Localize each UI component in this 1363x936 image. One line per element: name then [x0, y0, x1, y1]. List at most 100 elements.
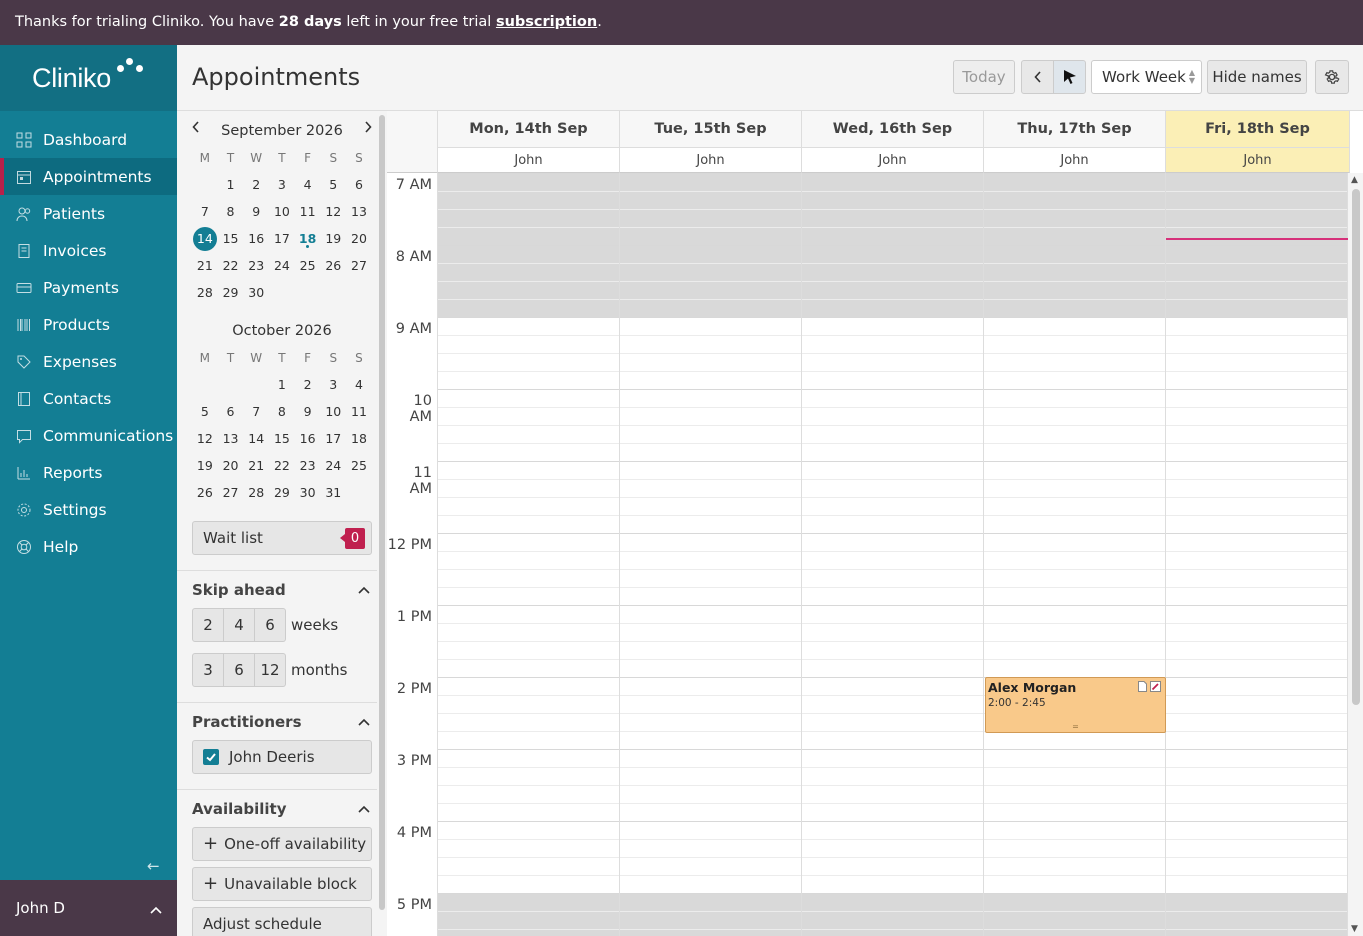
day-header[interactable]: Mon, 14th Sep	[438, 111, 620, 148]
mini-calendar-day[interactable]: 3	[269, 171, 295, 198]
calendar-grid[interactable]: 7 AM 8 AM 9 AM 10 AM 11 AM 12 PM 1 PM 2 PM 3 PM 4…	[387, 173, 1348, 936]
mini-calendar-day[interactable]: 8	[218, 198, 244, 225]
mini-calendar-day[interactable]: 29	[218, 279, 244, 306]
mini-calendar-day[interactable]: 20	[218, 452, 244, 479]
mini-calendar-day[interactable]: 4	[346, 371, 372, 398]
practitioner-item[interactable]: John Deeris	[192, 740, 372, 774]
previous-button[interactable]	[1021, 60, 1054, 94]
mini-calendar-day[interactable]: 28	[192, 279, 218, 306]
mini-calendar-day[interactable]: 6	[346, 171, 372, 198]
one-off-availability-button[interactable]: + One-off availability	[192, 827, 372, 861]
side-panel-scrollbar-thumb[interactable]	[379, 115, 385, 910]
mini-calendar-day[interactable]: 9	[243, 198, 269, 225]
mini-calendar-day[interactable]: 21	[192, 252, 218, 279]
day-header[interactable]: Thu, 17th Sep	[984, 111, 1166, 148]
mini-calendar-day[interactable]: 7	[243, 398, 269, 425]
mini-calendar-day[interactable]: 20	[346, 225, 372, 252]
mini-calendar-day[interactable]: 7	[192, 198, 218, 225]
mini-calendar-day[interactable]: 4	[295, 171, 321, 198]
mini-calendar-day[interactable]: 19	[320, 225, 346, 252]
day-column[interactable]	[984, 173, 1166, 936]
mini-calendar-day[interactable]: 22	[218, 252, 244, 279]
adjust-schedule-button[interactable]: Adjust schedule	[192, 907, 372, 936]
skip-4-weeks-button[interactable]: 4	[224, 608, 255, 642]
logo[interactable]: Cliniko	[0, 45, 177, 111]
mini-calendar-next-icon[interactable]	[364, 121, 372, 137]
sidebar-item-patients[interactable]: Patients	[0, 195, 177, 232]
sidebar-item-appointments[interactable]: Appointments	[0, 158, 177, 195]
mini-calendar-day[interactable]: 26	[192, 479, 218, 506]
mini-calendar-day[interactable]: 5	[320, 171, 346, 198]
sidebar-item-settings[interactable]: Settings	[0, 491, 177, 528]
mini-calendar-day[interactable]: 26	[320, 252, 346, 279]
sidebar-item-dashboard[interactable]: Dashboard	[0, 121, 177, 158]
mini-calendar-day[interactable]: 16	[243, 225, 269, 252]
mini-calendar-day[interactable]: 19	[192, 452, 218, 479]
unavailable-block-button[interactable]: + Unavailable block	[192, 867, 372, 901]
mini-calendar-day[interactable]: 25	[346, 452, 372, 479]
sidebar-item-products[interactable]: Products	[0, 306, 177, 343]
mini-calendar-day[interactable]: 10	[320, 398, 346, 425]
collapse-sidebar-icon[interactable]: ←	[147, 857, 160, 875]
mini-calendar-day[interactable]: 18	[295, 225, 321, 252]
note-icon[interactable]	[1138, 680, 1147, 696]
skip-2-weeks-button[interactable]: 2	[192, 608, 224, 642]
sidebar-item-communications[interactable]: Communications	[0, 417, 177, 454]
mini-calendar-day[interactable]: 30	[295, 479, 321, 506]
mini-calendar-day[interactable]: 12	[192, 425, 218, 452]
next-button[interactable]	[1053, 60, 1086, 94]
day-header[interactable]: Fri, 18th Sep	[1166, 111, 1350, 148]
mini-calendar-day[interactable]: 5	[192, 398, 218, 425]
mini-calendar-day[interactable]: 11	[295, 198, 321, 225]
day-header[interactable]: Tue, 15th Sep	[620, 111, 802, 148]
chevron-up-icon[interactable]	[358, 802, 370, 817]
chevron-up-icon[interactable]	[358, 583, 370, 598]
day-header[interactable]: Wed, 16th Sep	[802, 111, 984, 148]
mini-calendar-day[interactable]: 30	[243, 279, 269, 306]
mini-calendar-day[interactable]: 12	[320, 198, 346, 225]
day-column[interactable]	[620, 173, 802, 936]
mini-calendar-day[interactable]: 27	[346, 252, 372, 279]
sidebar-item-invoices[interactable]: Invoices	[0, 232, 177, 269]
mini-calendar-day[interactable]: 8	[269, 398, 295, 425]
mini-calendar-day[interactable]: 24	[320, 452, 346, 479]
mini-calendar-day[interactable]: 13	[218, 425, 244, 452]
day-column[interactable]	[802, 173, 984, 936]
mini-calendar-day[interactable]: 29	[269, 479, 295, 506]
sidebar-item-reports[interactable]: Reports	[0, 454, 177, 491]
mini-calendar-day[interactable]: 25	[295, 252, 321, 279]
mini-calendar-day[interactable]: 22	[269, 452, 295, 479]
calendar-settings-button[interactable]	[1315, 60, 1349, 94]
sidebar-item-help[interactable]: Help	[0, 528, 177, 565]
mini-calendar-day[interactable]: 14	[243, 425, 269, 452]
calendar-scrollbar-thumb[interactable]	[1352, 189, 1360, 705]
hide-names-button[interactable]: Hide names	[1207, 60, 1307, 94]
edit-icon[interactable]	[1150, 680, 1161, 696]
user-menu[interactable]: John D	[0, 880, 177, 936]
mini-calendar-day[interactable]: 17	[320, 425, 346, 452]
mini-calendar-day[interactable]: 13	[346, 198, 372, 225]
skip-6-weeks-button[interactable]: 6	[255, 608, 286, 642]
mini-calendar-day[interactable]: 23	[295, 452, 321, 479]
skip-12-months-button[interactable]: 12	[255, 653, 286, 687]
mini-calendar-day[interactable]: 1	[269, 371, 295, 398]
checkbox-checked-icon[interactable]	[203, 749, 219, 765]
mini-calendar-day[interactable]: 21	[243, 452, 269, 479]
appointment[interactable]: Alex Morgan 2:00 - 2:45 =	[985, 677, 1166, 733]
sidebar-item-expenses[interactable]: Expenses	[0, 343, 177, 380]
mini-calendar-day[interactable]: 3	[320, 371, 346, 398]
mini-calendar-day[interactable]: 1	[218, 171, 244, 198]
mini-calendar-day[interactable]: 15	[218, 225, 244, 252]
mini-calendar-day[interactable]: 24	[269, 252, 295, 279]
mini-calendar-day[interactable]: 17	[269, 225, 295, 252]
day-column[interactable]	[438, 173, 620, 936]
scroll-up-icon[interactable]: ▲	[1351, 175, 1358, 185]
skip-3-months-button[interactable]: 3	[192, 653, 224, 687]
today-button[interactable]: Today	[953, 60, 1015, 94]
sidebar-item-payments[interactable]: Payments	[0, 269, 177, 306]
scroll-down-icon[interactable]: ▼	[1351, 924, 1358, 934]
calendar-scrollbar[interactable]: ▲ ▼	[1348, 173, 1363, 936]
day-column[interactable]	[1166, 173, 1348, 936]
mini-calendar-day[interactable]: 18	[346, 425, 372, 452]
view-select[interactable]: Work Week ▲ ▼	[1091, 60, 1202, 94]
